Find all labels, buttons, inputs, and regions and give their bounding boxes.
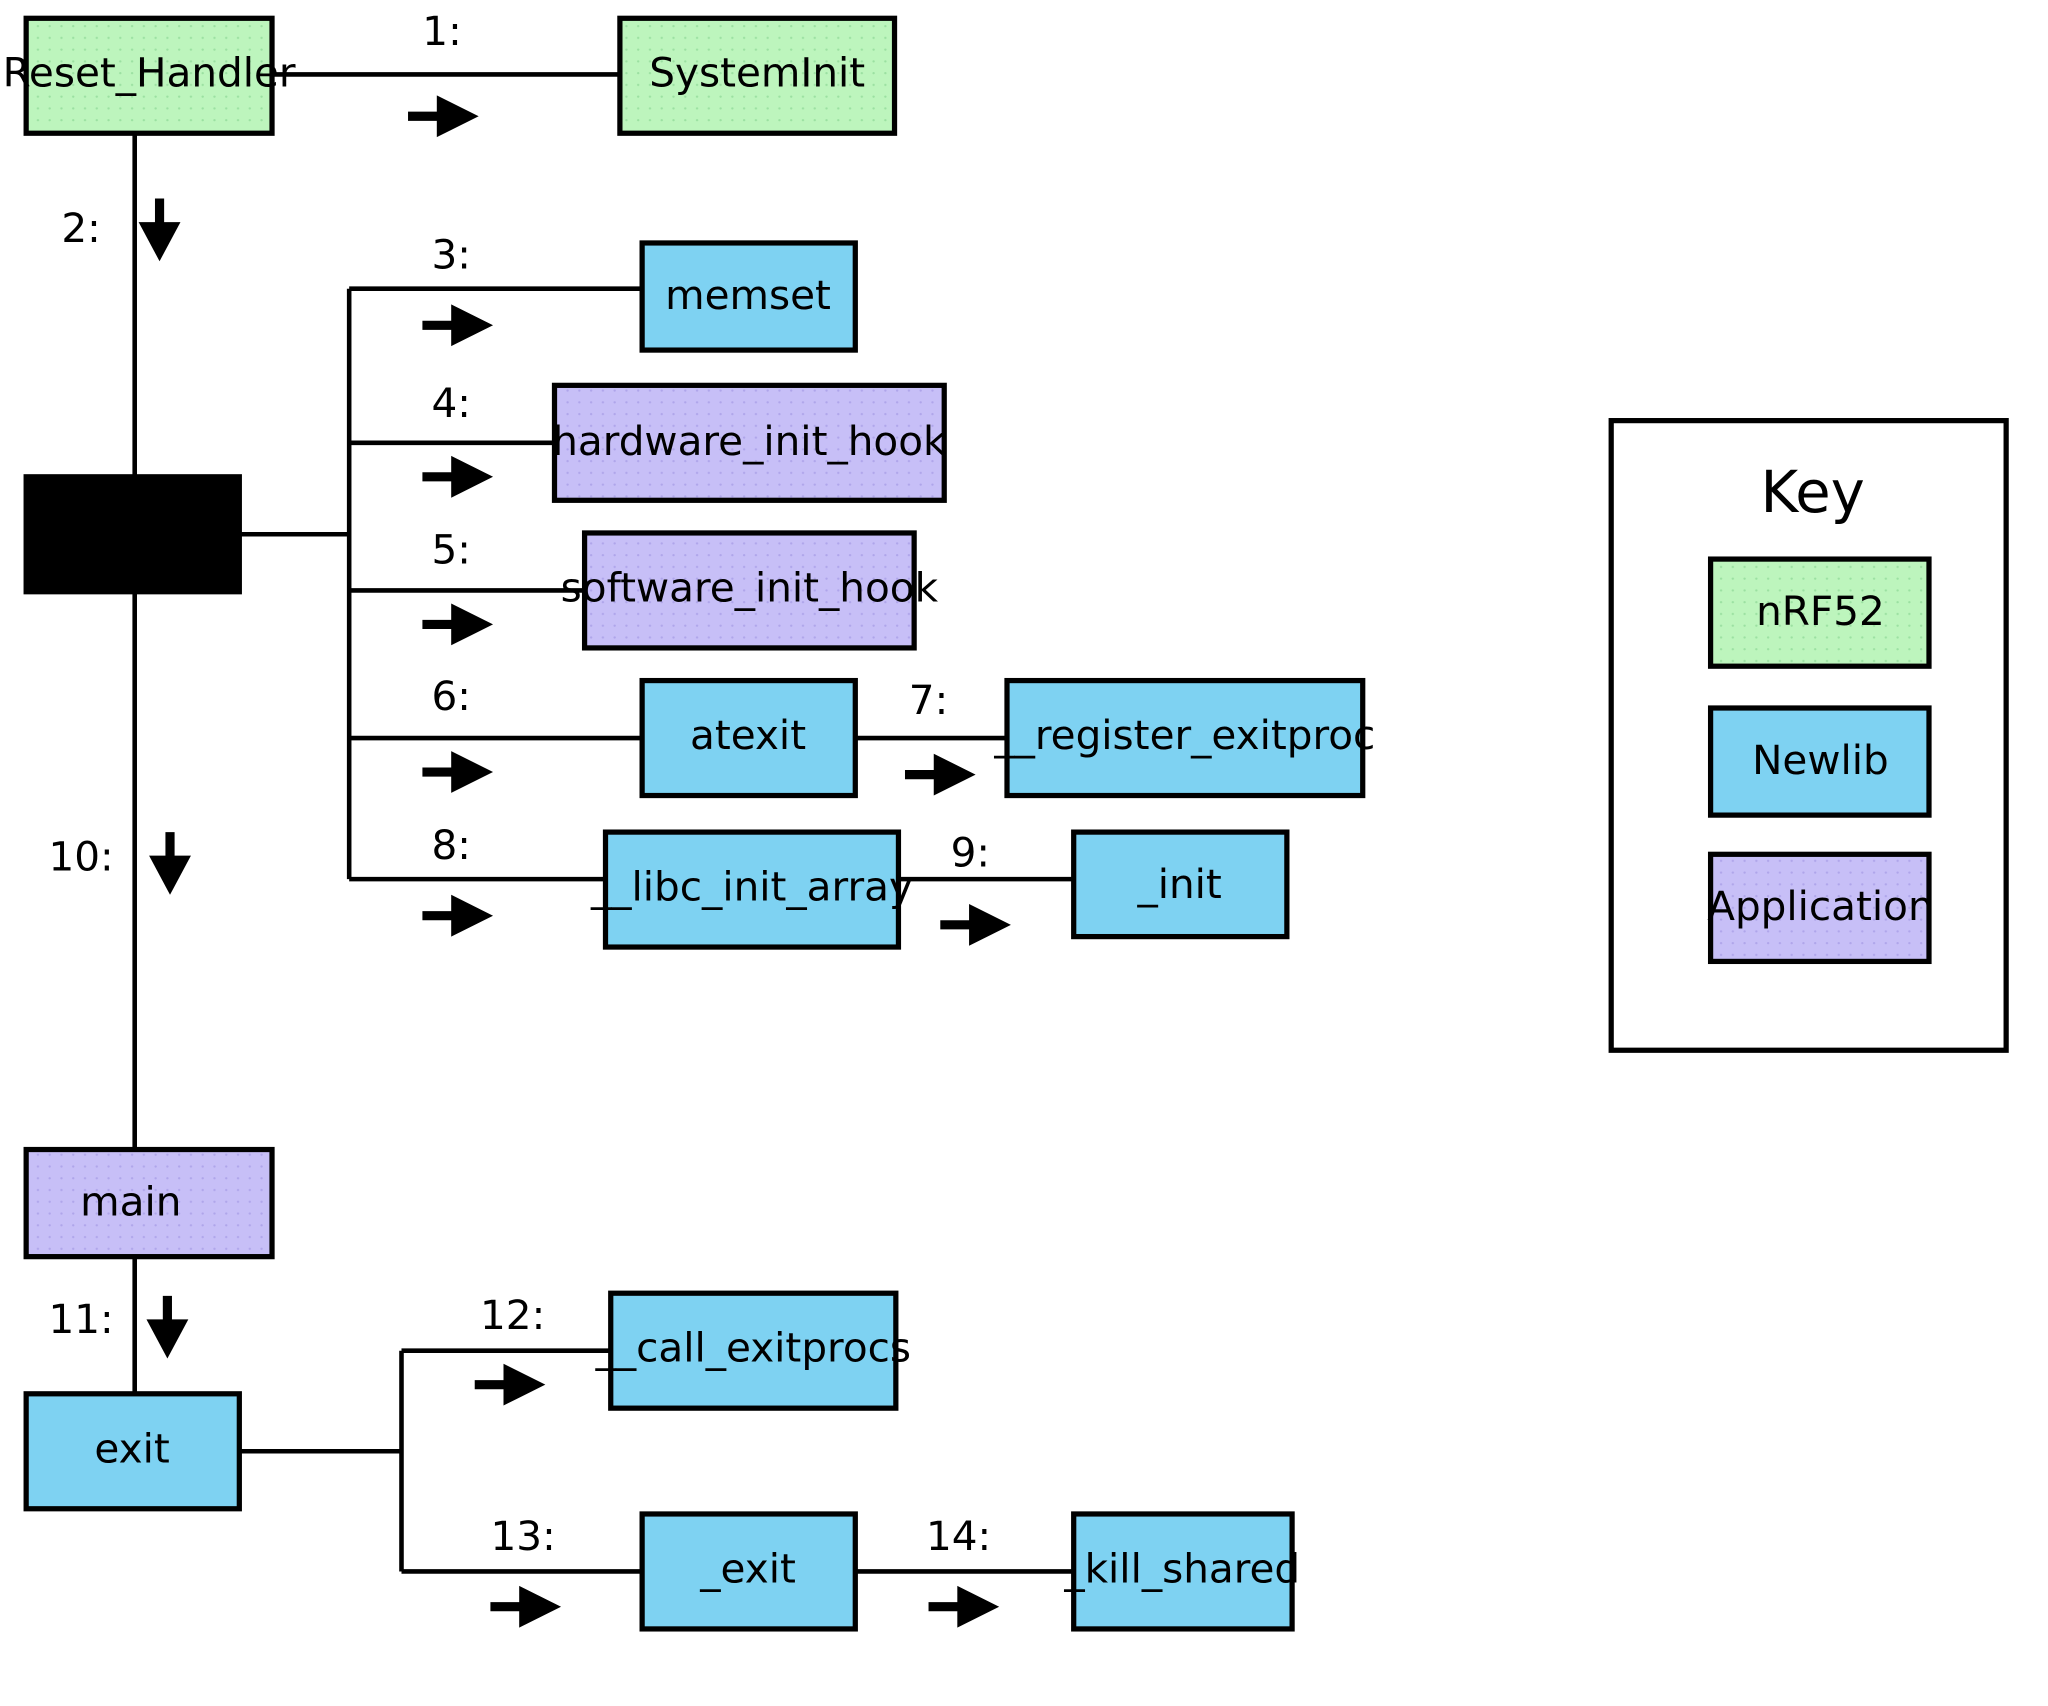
node-reset-handler[interactable]: Reset_Handler bbox=[3, 15, 296, 136]
node-hardware-init-hook[interactable]: hardware_init_hook bbox=[551, 382, 947, 503]
arrow-12 bbox=[474, 1363, 546, 1406]
node-register-exitproc[interactable]: __register_exitproc bbox=[993, 677, 1375, 799]
seq-label-1: 1: bbox=[422, 7, 461, 55]
seq-label-5: 5: bbox=[431, 526, 470, 574]
node-exit-underscore[interactable]: _exit bbox=[639, 1511, 858, 1632]
node-label-software-init-hook: software_init_hook bbox=[561, 563, 939, 611]
key-label-nrf52: nRF52 bbox=[1756, 587, 1885, 635]
key-title: Key bbox=[1760, 459, 1864, 526]
arrow-14 bbox=[928, 1585, 1000, 1628]
node-exit[interactable]: exit bbox=[23, 1391, 242, 1512]
node-kill-shared[interactable]: _kill_shared bbox=[1063, 1511, 1300, 1632]
arrow-1 bbox=[408, 95, 479, 138]
seq-label-14: 14: bbox=[926, 1512, 991, 1560]
arrow-7 bbox=[904, 753, 976, 796]
node-start[interactable]: _start bbox=[23, 474, 242, 595]
key-legend: Key nRF52 Newlib Application bbox=[1608, 418, 2009, 1053]
node-label-main: main bbox=[80, 1177, 181, 1225]
seq-label-4: 4: bbox=[431, 379, 470, 427]
key-item-application: Application bbox=[1707, 851, 1934, 965]
node-label-exit-underscore: _exit bbox=[699, 1544, 796, 1592]
key-item-nrf52: nRF52 bbox=[1707, 556, 1932, 669]
node-call-exitprocs[interactable]: __call_exitprocs bbox=[595, 1290, 911, 1411]
node-libc-init-array[interactable]: __libc_init_array bbox=[590, 829, 913, 950]
diagram-canvas: Reset_Handler SystemInit _start memset h… bbox=[3, 7, 2009, 1632]
node-label-hardware-init-hook: hardware_init_hook bbox=[552, 417, 947, 465]
node-label-atexit: atexit bbox=[690, 711, 806, 759]
seq-label-2: 2: bbox=[61, 204, 100, 252]
seq-label-10: 10: bbox=[48, 833, 113, 881]
arrow-2 bbox=[138, 198, 181, 262]
arrow-5 bbox=[422, 603, 494, 646]
node-label-system-init: SystemInit bbox=[649, 49, 865, 97]
node-label-call-exitprocs: __call_exitprocs bbox=[595, 1324, 911, 1372]
node-label-register-exitproc: __register_exitproc bbox=[993, 711, 1375, 759]
arrow-9 bbox=[940, 903, 1011, 946]
seq-label-6: 6: bbox=[431, 672, 470, 720]
node-atexit[interactable]: atexit bbox=[639, 677, 858, 799]
node-label-start: _start bbox=[74, 507, 190, 555]
nodes: Reset_Handler SystemInit _start memset h… bbox=[3, 15, 1375, 1632]
seq-label-13: 13: bbox=[491, 1512, 556, 1560]
arrow-11 bbox=[146, 1295, 189, 1359]
seq-label-11: 11: bbox=[48, 1295, 113, 1343]
node-label-libc-init-array: __libc_init_array bbox=[590, 863, 913, 911]
node-init[interactable]: _init bbox=[1071, 829, 1290, 940]
node-label-reset-handler: Reset_Handler bbox=[3, 49, 296, 97]
node-label-init: _init bbox=[1136, 860, 1221, 908]
node-label-memset: memset bbox=[665, 271, 831, 319]
arrow-13 bbox=[490, 1585, 562, 1628]
key-label-application: Application bbox=[1707, 882, 1933, 930]
node-system-init[interactable]: SystemInit bbox=[617, 15, 898, 136]
node-main[interactable]: main bbox=[23, 1146, 275, 1260]
node-memset[interactable]: memset bbox=[639, 240, 858, 353]
node-label-kill-shared: _kill_shared bbox=[1063, 1544, 1300, 1592]
seq-label-8: 8: bbox=[431, 821, 470, 869]
key-label-newlib: Newlib bbox=[1752, 736, 1889, 784]
node-label-exit: exit bbox=[94, 1424, 169, 1472]
arrow-10 bbox=[149, 832, 191, 895]
key-item-newlib: Newlib bbox=[1707, 705, 1932, 818]
node-software-init-hook[interactable]: software_init_hook bbox=[561, 530, 939, 651]
seq-label-12: 12: bbox=[480, 1291, 545, 1339]
seq-label-3: 3: bbox=[431, 230, 470, 278]
seq-label-9: 9: bbox=[951, 829, 990, 877]
arrow-6 bbox=[422, 751, 494, 793]
seq-label-7: 7: bbox=[909, 676, 948, 724]
arrow-3 bbox=[422, 304, 494, 347]
arrow-8 bbox=[422, 894, 494, 937]
arrow-4 bbox=[422, 455, 494, 498]
call-graph-diagram: Reset_Handler SystemInit _start memset h… bbox=[0, 0, 2048, 1706]
